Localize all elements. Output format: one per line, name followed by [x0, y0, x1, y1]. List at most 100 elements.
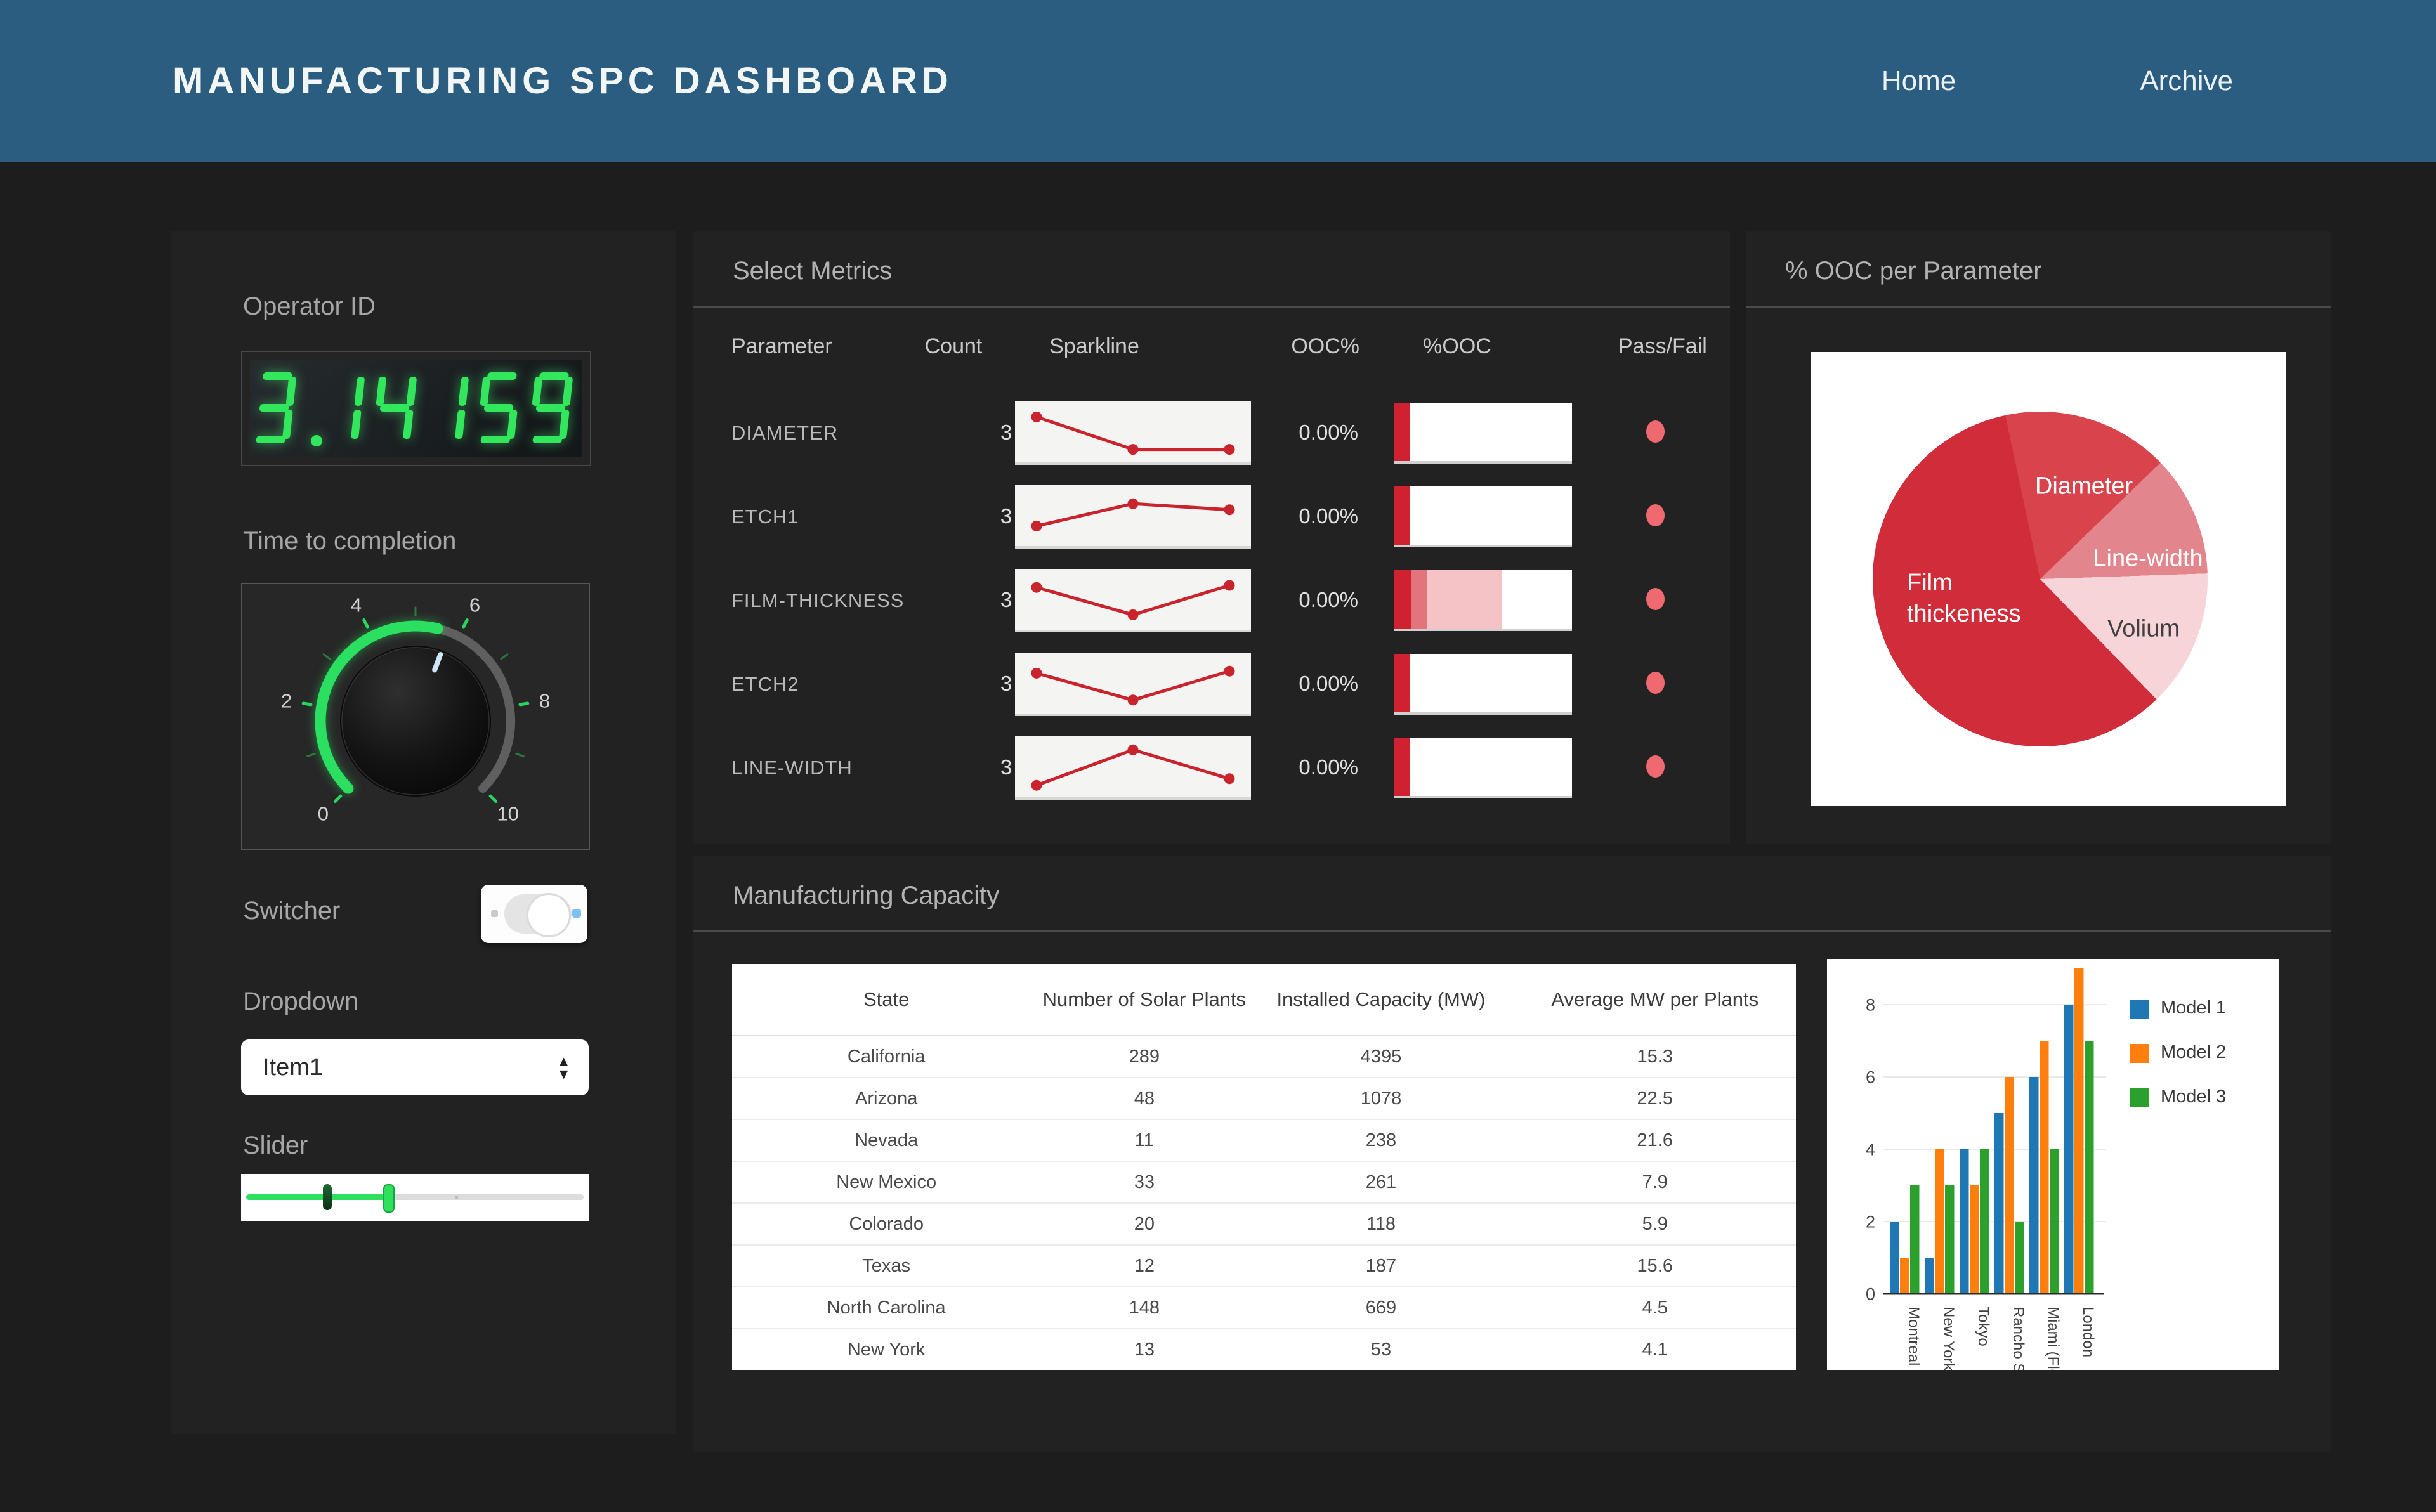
table-header-cell: Number of Solar Plants [1042, 988, 1247, 1010]
pie-panel-title: % OOC per Parameter [1785, 257, 2042, 285]
nav-archive[interactable]: Archive [2140, 65, 2233, 97]
sparkline-chart [1015, 485, 1251, 549]
table-cell: 13 [1134, 1339, 1155, 1360]
table-cell: 238 [1365, 1130, 1397, 1150]
svg-text:8: 8 [539, 690, 550, 712]
switch-on-dot [572, 909, 581, 918]
table-header-cell: Average MW per Plants [1551, 988, 1759, 1010]
svg-text:2: 2 [281, 690, 292, 712]
metrics-row: DIAMETER 3 0.00% [693, 390, 1730, 474]
table-cell: 289 [1129, 1046, 1160, 1067]
bar [2064, 1005, 2074, 1294]
parameter-name: FILM-THICKNESS [731, 589, 905, 611]
table-row: Colorado 20 118 5.9 [732, 1204, 1796, 1246]
led-digits [256, 372, 573, 446]
table-row: North Carolina 148 669 4.5 [732, 1287, 1796, 1329]
ooc-bar [1394, 654, 1572, 715]
bar [1935, 1149, 1944, 1294]
bar [2074, 968, 2084, 1294]
bar [1925, 1258, 1934, 1294]
pass-fail-indicator [1646, 420, 1665, 443]
bar [1970, 1185, 1979, 1294]
slider-handle[interactable] [383, 1184, 395, 1213]
svg-text:Tokyo: Tokyo [1975, 1307, 1992, 1346]
slider-track[interactable] [246, 1184, 584, 1213]
table-cell: 53 [1370, 1339, 1392, 1360]
led-screen [250, 360, 582, 457]
table-cell: 7.9 [1642, 1171, 1668, 1192]
pie-label-linewidth: Line-width [2093, 545, 2203, 572]
table-cell: 1078 [1360, 1088, 1402, 1109]
dropdown-value: Item1 [263, 1053, 324, 1081]
table-cell: New Mexico [836, 1171, 937, 1192]
table-header-cell: State [863, 988, 910, 1010]
switch-knob[interactable] [527, 893, 571, 937]
bar [1945, 1185, 1955, 1294]
legend-label: Model 2 [2161, 1042, 2226, 1062]
table-row: Nevada 11 238 21.6 [732, 1120, 1796, 1162]
control-panel: Operator ID Time to completion 0 2 4 6 8 10 S… [171, 231, 676, 1434]
svg-text:2: 2 [1866, 1212, 1875, 1231]
pass-fail-indicator [1646, 755, 1665, 778]
ooc-bar-segment [1411, 570, 1428, 629]
ooc-percent: 0.00% [1299, 588, 1358, 611]
table-cell: 15.3 [1637, 1046, 1673, 1067]
ooc-bar [1394, 738, 1572, 798]
bar-chart-svg: 0 2 4 6 8 Montreal (Quebec) New York City Tokyo… [1866, 968, 2226, 1472]
metrics-row: ETCH2 3 0.00% [693, 641, 1730, 725]
table-cell: 148 [1129, 1297, 1160, 1318]
chevron-updown-icon: ▲ ▼ [556, 1053, 571, 1082]
parameter-name: ETCH1 [731, 505, 799, 528]
pie-label-diameter: Diameter [2034, 472, 2133, 500]
divider [693, 306, 1730, 308]
svg-text:New York City: New York City [1940, 1307, 1957, 1370]
column-header-count: Count [924, 334, 983, 358]
slider-label: Slider [243, 1131, 308, 1159]
switcher-toggle[interactable] [481, 885, 587, 943]
ooc-bar-segment [1394, 738, 1410, 796]
bar [1960, 1149, 1969, 1294]
column-header-passfail: Pass/Fail [1618, 334, 1707, 358]
svg-text:London: London [2079, 1307, 2097, 1357]
table-cell: 187 [1365, 1255, 1397, 1276]
table-cell: 21.6 [1637, 1130, 1673, 1150]
nav-home[interactable]: Home [1882, 65, 1956, 97]
main-nav: Home Archive [1882, 65, 2233, 97]
table-cell: 22.5 [1637, 1088, 1673, 1109]
sparkline-chart [1015, 401, 1251, 465]
slider-handle-secondary[interactable] [322, 1184, 332, 1210]
column-header-sparkline: Sparkline [1049, 334, 1139, 358]
ooc-bar-segment [1394, 486, 1410, 545]
legend-swatch [2130, 1000, 2149, 1019]
slider-tick [455, 1196, 458, 1199]
table-cell: 48 [1134, 1088, 1155, 1109]
slider[interactable] [241, 1174, 589, 1221]
operator-id-label: Operator ID [243, 292, 376, 320]
pie-label-volium: Volium [2107, 615, 2180, 642]
dropdown-select[interactable]: Item1 ▲ ▼ [241, 1040, 589, 1095]
table-cell: 20 [1134, 1213, 1155, 1234]
table-cell: Colorado [849, 1213, 924, 1234]
capacity-panel: Manufacturing Capacity State Number of So… [693, 856, 2331, 1472]
legend-swatch [2130, 1088, 2149, 1107]
svg-text:Miami (Florida): Miami (Florida) [2045, 1307, 2062, 1370]
legend-swatch [2130, 1044, 2149, 1063]
table-row: California 289 4395 15.3 [732, 1036, 1796, 1078]
svg-text:4: 4 [1866, 1140, 1875, 1159]
table-cell: California [847, 1046, 926, 1067]
table-cell: 4395 [1360, 1046, 1402, 1067]
bar [1890, 1222, 1899, 1294]
gauge-label: Time to completion [243, 527, 457, 555]
table-cell: 33 [1134, 1171, 1155, 1192]
pie-chart: Diameter Line-width Volium Film thickene… [1811, 352, 2286, 806]
svg-text:0: 0 [1866, 1284, 1875, 1303]
knob-gauge[interactable]: 0 2 4 6 8 10 [242, 584, 589, 849]
metrics-rows: DIAMETER 3 0.00% ETCH1 3 0.00% FILM-THICKNESS 3… [693, 390, 1730, 844]
pass-fail-indicator [1646, 504, 1665, 526]
bar [1910, 1185, 1920, 1294]
capacity-title: Manufacturing Capacity [733, 882, 1000, 909]
divider [693, 930, 2331, 932]
select-metrics-panel: Select Metrics Parameter Count Sparkline… [693, 231, 1730, 844]
column-header-ooc: OOC% [1291, 334, 1359, 358]
operator-id-display [241, 351, 591, 466]
